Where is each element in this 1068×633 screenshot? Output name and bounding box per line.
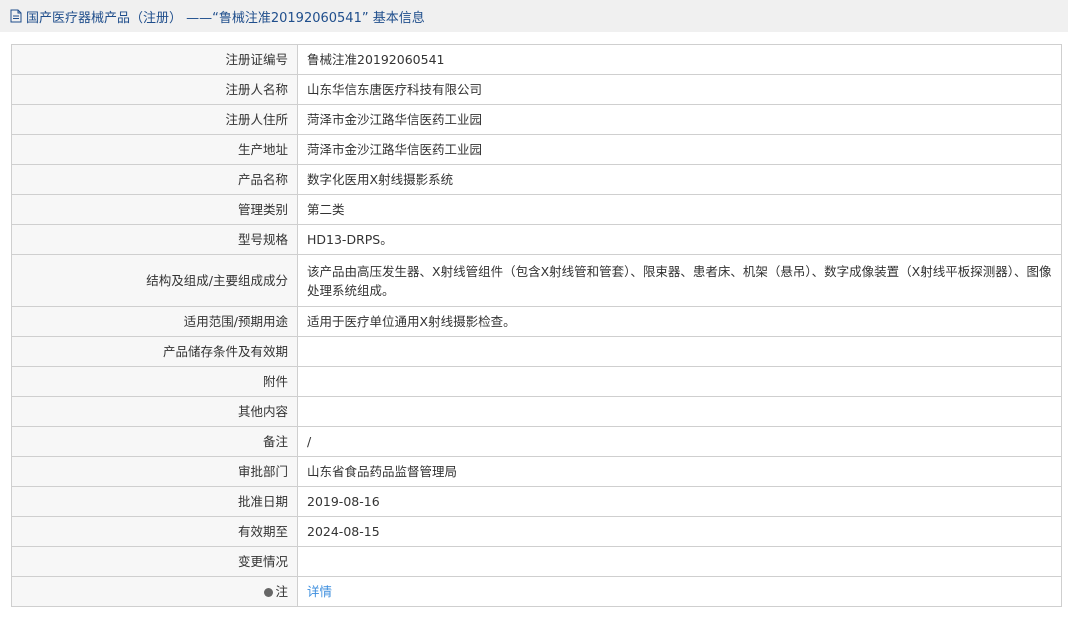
row-value: 适用于医疗单位通用X射线摄影检查。: [297, 306, 1062, 337]
row-label: 适用范围/预期用途: [11, 306, 298, 337]
table-row: 生产地址 菏泽市金沙江路华信医药工业园: [11, 134, 1062, 165]
row-label: 管理类别: [11, 194, 298, 225]
row-label: 生产地址: [11, 134, 298, 165]
row-label: 型号规格: [11, 224, 298, 255]
table-row: 产品名称 数字化医用X射线摄影系统: [11, 164, 1062, 195]
row-value: [297, 546, 1062, 577]
row-value: 数字化医用X射线摄影系统: [297, 164, 1062, 195]
row-label: 注册人住所: [11, 104, 298, 135]
row-label: 产品名称: [11, 164, 298, 195]
row-label: 其他内容: [11, 396, 298, 427]
table-row: 结构及组成/主要组成成分 该产品由高压发生器、X射线管组件（包含X射线管和管套）…: [11, 254, 1062, 307]
page-header: 国产医疗器械产品（注册） ——“鲁械注准20192060541” 基本信息: [0, 0, 1068, 32]
row-value: 2019-08-16: [297, 486, 1062, 517]
info-table-container: 注册证编号 鲁械注准20192060541 注册人名称 山东华信东唐医疗科技有限…: [11, 44, 1062, 607]
details-link[interactable]: 详情: [307, 584, 332, 599]
row-label: 有效期至: [11, 516, 298, 547]
table-row: 注册人名称 山东华信东唐医疗科技有限公司: [11, 74, 1062, 105]
row-value: 第二类: [297, 194, 1062, 225]
table-row: 产品储存条件及有效期: [11, 336, 1062, 367]
row-label: 注册人名称: [11, 74, 298, 105]
table-row: 适用范围/预期用途 适用于医疗单位通用X射线摄影检查。: [11, 306, 1062, 337]
row-value: 山东省食品药品监督管理局: [297, 456, 1062, 487]
row-label: 产品储存条件及有效期: [11, 336, 298, 367]
row-value: [297, 336, 1062, 367]
table-row: 附件: [11, 366, 1062, 397]
row-value: [297, 366, 1062, 397]
table-row: 注册人住所 菏泽市金沙江路华信医药工业园: [11, 104, 1062, 135]
row-value: [297, 396, 1062, 427]
row-value: 详情: [297, 576, 1062, 607]
row-label: 附件: [11, 366, 298, 397]
row-value: 菏泽市金沙江路华信医药工业园: [297, 134, 1062, 165]
page-title: 国产医疗器械产品（注册） ——“鲁械注准20192060541” 基本信息: [26, 10, 425, 26]
note-label-cell: 注: [11, 576, 298, 607]
row-label: 备注: [11, 426, 298, 457]
table-row: 备注 /: [11, 426, 1062, 457]
row-label: 审批部门: [11, 456, 298, 487]
table-row: 型号规格 HD13-DRPS。: [11, 224, 1062, 255]
table-row: 其他内容: [11, 396, 1062, 427]
table-row: 注 详情: [11, 576, 1062, 607]
row-label: 结构及组成/主要组成成分: [11, 254, 298, 307]
row-value: 鲁械注准20192060541: [297, 44, 1062, 75]
document-icon: [10, 9, 22, 23]
note-icon: [264, 588, 274, 597]
table-row: 有效期至 2024-08-15: [11, 516, 1062, 547]
table-row: 批准日期 2019-08-16: [11, 486, 1062, 517]
row-label: 变更情况: [11, 546, 298, 577]
table-row: 变更情况: [11, 546, 1062, 577]
row-value: 该产品由高压发生器、X射线管组件（包含X射线管和管套）、限束器、患者床、机架（悬…: [297, 254, 1062, 307]
row-label: 批准日期: [11, 486, 298, 517]
row-value: 2024-08-15: [297, 516, 1062, 547]
row-label: 注: [275, 584, 288, 599]
row-value: 山东华信东唐医疗科技有限公司: [297, 74, 1062, 105]
info-table: 注册证编号 鲁械注准20192060541 注册人名称 山东华信东唐医疗科技有限…: [11, 44, 1062, 607]
row-value: HD13-DRPS。: [297, 224, 1062, 255]
table-row: 管理类别 第二类: [11, 194, 1062, 225]
row-value: /: [297, 426, 1062, 457]
table-row: 审批部门 山东省食品药品监督管理局: [11, 456, 1062, 487]
table-row: 注册证编号 鲁械注准20192060541: [11, 44, 1062, 75]
row-value: 菏泽市金沙江路华信医药工业园: [297, 104, 1062, 135]
row-label: 注册证编号: [11, 44, 298, 75]
